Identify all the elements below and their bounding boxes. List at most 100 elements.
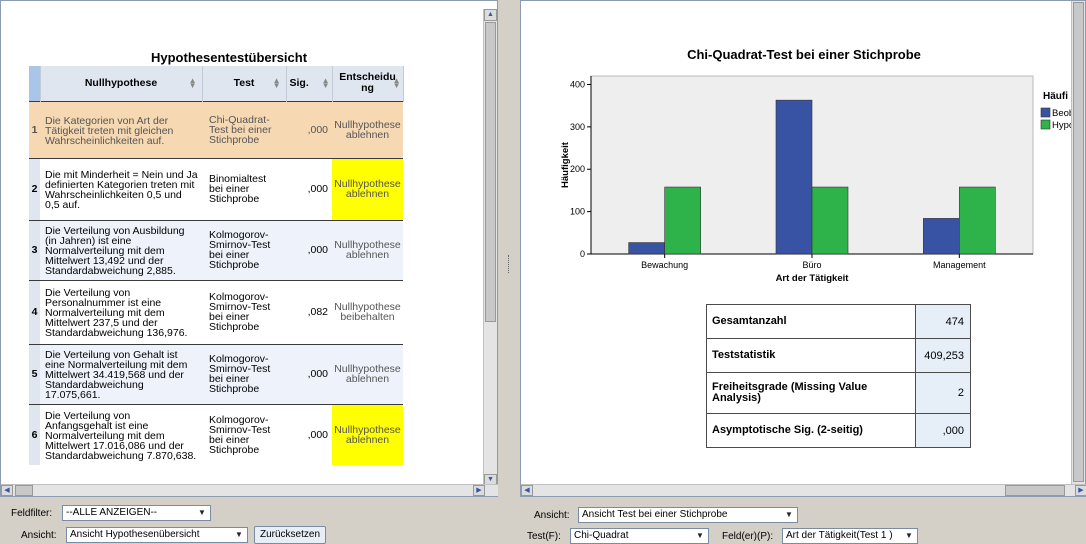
view-label: Ansicht: bbox=[534, 510, 570, 521]
test-dropdown[interactable]: Chi-Quadrat ▼ bbox=[570, 528, 709, 544]
horizontal-scrollbar[interactable]: ◀ ▶ bbox=[521, 484, 1086, 496]
row-number: 5 bbox=[29, 343, 40, 404]
field-filter-dropdown[interactable]: --ALLE ANZEIGEN-- ▼ bbox=[62, 505, 211, 521]
fields-label: Feld(er)(P): bbox=[722, 531, 774, 542]
test-cell: Chi-Quadrat-Test bei einer Stichprobe bbox=[202, 100, 286, 158]
x-tick-label: Büro bbox=[802, 260, 821, 270]
hypothesis-cell: Die Verteilung von Ausbildung (in Jahren… bbox=[40, 219, 202, 280]
bar-beob-1 bbox=[775, 99, 813, 255]
scrollbar-thumb[interactable] bbox=[1005, 485, 1065, 496]
reset-button[interactable]: Zurücksetzen bbox=[254, 526, 327, 544]
bar-hypo-1 bbox=[811, 186, 849, 255]
scroll-left-icon[interactable]: ◀ bbox=[521, 485, 533, 496]
test-cell: Kolmogorov-Smirnov-Test bei einer Stichp… bbox=[202, 279, 286, 344]
legend-swatch-hypo bbox=[1040, 119, 1051, 130]
x-axis-label: Art der Tätigkeit bbox=[776, 273, 850, 284]
scrollbar-thumb[interactable] bbox=[1073, 2, 1084, 482]
bar-beob-0 bbox=[628, 242, 665, 255]
dropdown-value: Art der Tätigkeit(Test 1 ) bbox=[786, 530, 893, 541]
field-filter-label: Feldfilter: bbox=[11, 508, 53, 519]
sig-cell: ,000 bbox=[286, 157, 332, 220]
table-row[interactable]: 2 Die mit Minderheit = Nein und Ja defini… bbox=[29, 157, 403, 220]
sig-cell: ,082 bbox=[286, 279, 332, 344]
row-number: 6 bbox=[29, 403, 40, 465]
column-header-nullhypothese[interactable]: Nullhypothese ▲ ▼ bbox=[40, 66, 203, 101]
test-statistics-table: Gesamtanzahl 474 Teststatistik 409,253 Freih… bbox=[706, 304, 971, 448]
chevron-down-icon[interactable]: ▼ bbox=[232, 529, 246, 541]
view-dropdown[interactable]: Ansicht Hypothesenübersicht ▼ bbox=[66, 527, 248, 543]
bar-beob-2 bbox=[923, 218, 960, 255]
table-row[interactable]: 5 Die Verteilung von Gehalt ist eine Norm… bbox=[29, 343, 403, 404]
hypothesis-summary-pane: Hypothesentestübersicht Nullhypothese ▲ ▼ … bbox=[0, 0, 499, 497]
horizontal-scrollbar[interactable]: ◀ ▶ bbox=[1, 484, 499, 496]
dropdown-value: Ansicht Hypothesenübersicht bbox=[70, 529, 200, 540]
stat-value: ,000 bbox=[915, 413, 971, 448]
chevron-down-icon[interactable]: ▼ bbox=[902, 530, 916, 542]
scroll-right-icon[interactable]: ▶ bbox=[1075, 485, 1086, 496]
table-row[interactable]: 3 Die Verteilung von Ausbildung (in Jahre… bbox=[29, 219, 403, 280]
hypothesis-table: Nullhypothese ▲ ▼ Test ▲ ▼ Sig. ▲ ▼ Entscheidu… bbox=[29, 66, 404, 465]
test-detail-pane: Chi-Quadrat-Test bei einer Stichprobe 0 1… bbox=[520, 0, 1086, 497]
stats-row: Asymptotische Sig. (2-seitig) ,000 bbox=[706, 413, 971, 448]
decision-cell: Nullhypothese beibehalten bbox=[332, 279, 403, 344]
chevron-down-icon[interactable]: ▼ bbox=[782, 509, 796, 521]
table-row[interactable]: 4 Die Verteilung von Personalnummer ist e… bbox=[29, 279, 403, 344]
chevron-down-icon[interactable]: ▼ bbox=[195, 507, 209, 519]
vertical-scrollbar[interactable]: ▲ ▼ bbox=[483, 9, 497, 486]
dropdown-value: Chi-Quadrat bbox=[574, 530, 629, 541]
stat-value: 2 bbox=[915, 372, 971, 414]
hypothesis-cell: Die Verteilung von Personalnummer ist ei… bbox=[40, 279, 202, 344]
row-number: 4 bbox=[29, 279, 40, 344]
pane-splitter[interactable] bbox=[498, 0, 520, 497]
stat-label: Gesamtanzahl bbox=[706, 304, 916, 339]
table-row[interactable]: 1 Die Kategorien von Art der Tätigkeit tr… bbox=[29, 100, 403, 158]
stats-row: Teststatistik 409,253 bbox=[706, 338, 971, 373]
stat-label: Teststatistik bbox=[706, 338, 916, 373]
stats-row: Freiheitsgrade (Missing Value Analysis) 2 bbox=[706, 372, 971, 414]
frequency-bar-chart: 0 100 200 300 400 Bewachung Büro Management Art … bbox=[560, 75, 1074, 284]
legend-swatch-beob bbox=[1040, 107, 1051, 118]
scroll-up-icon[interactable]: ▲ bbox=[484, 9, 497, 21]
column-label: Test bbox=[233, 77, 255, 90]
row-number: 2 bbox=[29, 157, 40, 220]
decision-cell: Nullhypothese ablehnen bbox=[332, 157, 403, 220]
stat-value: 474 bbox=[915, 304, 971, 339]
scroll-right-icon[interactable]: ▶ bbox=[473, 485, 485, 496]
hypothesis-summary-title: Hypothesentestübersicht bbox=[151, 50, 308, 65]
row-number: 1 bbox=[29, 100, 40, 158]
view-dropdown[interactable]: Ansicht Test bei einer Stichprobe ▼ bbox=[578, 507, 798, 523]
bar-hypo-2 bbox=[959, 186, 996, 255]
x-tick-label: Bewachung bbox=[641, 260, 688, 270]
chevron-down-icon[interactable]: ▼ bbox=[693, 530, 707, 542]
y-tick-label: 300 bbox=[570, 122, 585, 132]
decision-cell: Nullhypothese ablehnen bbox=[332, 403, 403, 465]
test-cell: Kolmogorov-Smirnov-Test bei einer Stichp… bbox=[202, 403, 286, 465]
row-header-corner bbox=[29, 66, 41, 101]
hypothesis-cell: Die mit Minderheit = Nein und Ja definie… bbox=[40, 157, 202, 220]
scroll-left-icon[interactable]: ◀ bbox=[1, 485, 13, 496]
splitter-grip-icon[interactable] bbox=[508, 255, 510, 273]
y-axis-label: Häufigkeit bbox=[560, 141, 571, 188]
decision-cell: Nullhypothese ablehnen bbox=[332, 100, 403, 158]
scrollbar-thumb[interactable] bbox=[15, 485, 33, 496]
sort-icon[interactable]: ▲ ▼ bbox=[393, 77, 401, 90]
column-header-sig[interactable]: Sig. ▲ ▼ bbox=[286, 66, 333, 101]
fields-dropdown[interactable]: Art der Tätigkeit(Test 1 ) ▼ bbox=[782, 528, 918, 544]
decision-cell: Nullhypothese ablehnen bbox=[332, 343, 403, 404]
test-label: Test(F): bbox=[527, 531, 561, 542]
table-row[interactable]: 6 Die Verteilung von Anfangsgehalt ist ei… bbox=[29, 403, 403, 465]
sort-icon[interactable]: ▲ ▼ bbox=[273, 77, 281, 90]
column-header-test[interactable]: Test ▲ ▼ bbox=[202, 66, 287, 101]
decision-cell: Nullhypothese ablehnen bbox=[332, 219, 403, 280]
vertical-scrollbar[interactable] bbox=[1071, 1, 1085, 486]
sort-icon[interactable]: ▲ ▼ bbox=[189, 77, 197, 90]
sort-icon[interactable]: ▲ ▼ bbox=[322, 77, 330, 90]
chart-title: Chi-Quadrat-Test bei einer Stichprobe bbox=[687, 47, 921, 62]
scrollbar-thumb[interactable] bbox=[485, 22, 496, 322]
column-header-entscheidung[interactable]: Entscheidu ng ▲ ▼ bbox=[332, 66, 404, 101]
stat-label: Freiheitsgrade (Missing Value Analysis) bbox=[706, 372, 916, 414]
dropdown-value: --ALLE ANZEIGEN-- bbox=[66, 507, 158, 518]
sig-cell: ,000 bbox=[286, 219, 332, 280]
test-cell: Kolmogorov-Smirnov-Test bei einer Stichp… bbox=[202, 219, 286, 280]
stats-row: Gesamtanzahl 474 bbox=[706, 304, 971, 339]
